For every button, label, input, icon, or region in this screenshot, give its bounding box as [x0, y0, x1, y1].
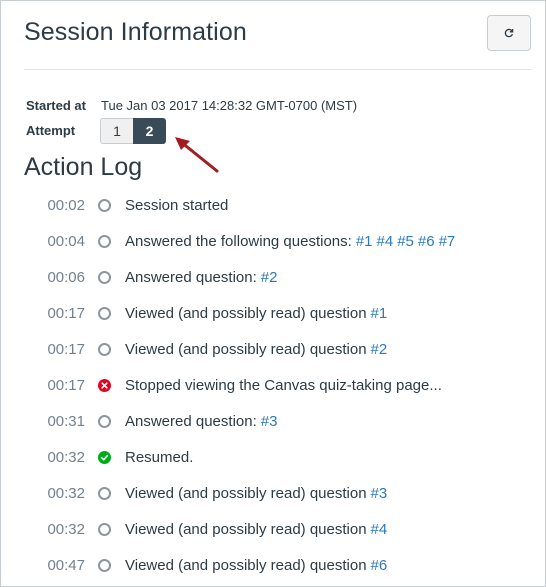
log-entry-label: Answered question: — [125, 413, 257, 430]
attempt-label: Attempt — [26, 123, 76, 138]
log-entry-text: Viewed (and possibly read) question #3 — [125, 485, 387, 502]
log-entry-text: Viewed (and possibly read) question #4 — [125, 521, 387, 538]
started-at-label: Started at — [26, 98, 86, 113]
annotation-arrow-icon — [175, 137, 219, 173]
log-entry-time: 00:17 — [47, 377, 85, 394]
page-title: Session Information — [24, 18, 247, 46]
question-link[interactable]: #2 — [371, 341, 388, 358]
neutral-status-icon — [98, 307, 111, 320]
neutral-status-icon — [98, 487, 111, 500]
question-link[interactable]: #6 — [418, 233, 435, 250]
refresh-button[interactable] — [487, 15, 531, 51]
log-entry-label: Viewed (and possibly read) question — [125, 521, 367, 538]
log-entry: 00:17 Viewed (and possibly read) question… — [1, 331, 546, 367]
neutral-status-icon — [98, 415, 111, 428]
started-at-value: Tue Jan 03 2017 14:28:32 GMT-0700 (MST) — [101, 98, 358, 113]
neutral-status-icon — [98, 523, 111, 536]
log-entry-text: Stopped viewing the Canvas quiz-taking p… — [125, 377, 442, 394]
question-link[interactable]: #7 — [439, 233, 456, 250]
log-entry: 00:04 Answered the following questions: #1… — [1, 223, 546, 259]
attempt-selector: 1 2 — [100, 118, 166, 144]
question-link[interactable]: #4 — [371, 521, 388, 538]
log-entry-time: 00:32 — [47, 521, 85, 538]
log-entry: 00:06 Answered question: #2 — [1, 259, 546, 295]
log-entry-label: Viewed (and possibly read) question — [125, 341, 367, 358]
log-entry-label: Viewed (and possibly read) question — [125, 485, 367, 502]
log-entry-label: Answered the following questions: — [125, 233, 352, 250]
log-entry: 00:17 Viewed (and possibly read) question… — [1, 295, 546, 331]
log-entry-time: 00:47 — [47, 557, 85, 574]
question-link[interactable]: #1 — [371, 305, 388, 322]
question-link[interactable]: #2 — [261, 269, 278, 286]
neutral-status-icon — [98, 271, 111, 284]
log-entry-label: Answered question: — [125, 269, 257, 286]
log-entry: 00:02 Session started — [1, 187, 546, 223]
log-entry-text: Answered the following questions: #1 #4 #5 #… — [125, 233, 455, 250]
success-status-icon — [98, 451, 111, 464]
log-entry-time: 00:04 — [47, 233, 85, 250]
log-entry-label: Stopped viewing the Canvas quiz-taking p… — [125, 377, 442, 394]
log-entry-time: 00:32 — [47, 449, 85, 466]
error-status-icon — [98, 379, 111, 392]
question-link[interactable]: #1 — [356, 233, 373, 250]
refresh-icon — [504, 28, 514, 38]
log-entry-label: Session started — [125, 197, 229, 214]
log-entry-time: 00:17 — [47, 305, 85, 322]
log-entry-time: 00:02 — [47, 197, 85, 214]
log-entry-text: Viewed (and possibly read) question #1 — [125, 305, 387, 322]
log-entry-label: Viewed (and possibly read) question — [125, 305, 367, 322]
action-log-title: Action Log — [24, 153, 143, 181]
log-entry-text: Answered question: #2 — [125, 269, 277, 286]
log-entry-time: 00:31 — [47, 413, 85, 430]
log-entry-text: Viewed (and possibly read) question #6 — [125, 557, 387, 574]
session-information-panel: Session Information Started at Tue Jan 0… — [0, 0, 546, 587]
log-entry: 00:31 Answered question: #3 — [1, 403, 546, 439]
log-entry-time: 00:17 — [47, 341, 85, 358]
log-entry: 00:47 Viewed (and possibly read) question… — [1, 547, 546, 583]
log-entry: 00:32 Resumed. — [1, 439, 546, 475]
attempt-button-2[interactable]: 2 — [133, 118, 166, 144]
log-entry-text: Session started — [125, 197, 228, 214]
question-link[interactable]: #6 — [371, 557, 388, 574]
question-link[interactable]: #5 — [397, 233, 414, 250]
neutral-status-icon — [98, 235, 111, 248]
log-entry-time: 00:32 — [47, 485, 85, 502]
neutral-status-icon — [98, 559, 111, 572]
neutral-status-icon — [98, 199, 111, 212]
log-entry-label: Resumed. — [125, 449, 194, 466]
log-entry: 00:17 Stopped viewing the Canvas quiz-tak… — [1, 367, 546, 403]
log-entry: 00:32 Viewed (and possibly read) question… — [1, 475, 546, 511]
log-entry-text: Answered question: #3 — [125, 413, 277, 430]
attempt-button-1[interactable]: 1 — [100, 118, 133, 144]
log-entry-label: Viewed (and possibly read) question — [125, 557, 367, 574]
question-link[interactable]: #3 — [371, 485, 388, 502]
log-entry-text: Viewed (and possibly read) question #2 — [125, 341, 387, 358]
log-entry: 00:32 Viewed (and possibly read) question… — [1, 511, 546, 547]
question-link[interactable]: #4 — [377, 233, 394, 250]
header-divider — [24, 69, 531, 70]
log-entry-time: 00:06 — [47, 269, 85, 286]
question-link[interactable]: #3 — [261, 413, 278, 430]
log-entry-text: Resumed. — [125, 449, 193, 466]
neutral-status-icon — [98, 343, 111, 356]
